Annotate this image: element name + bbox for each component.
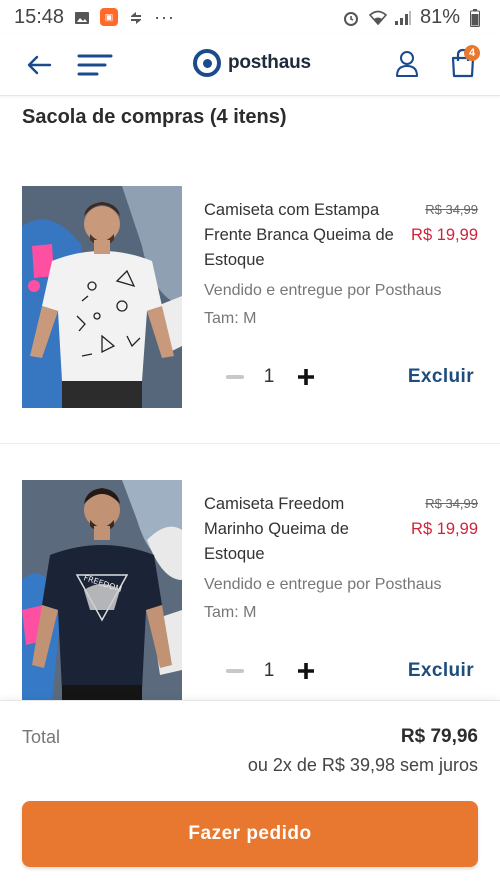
minus-icon [226,669,244,673]
battery-percent: 81% [419,5,460,28]
decrease-quantity-button[interactable] [224,660,246,682]
minus-icon [226,375,244,379]
original-price: R$ 34,99 [425,496,478,511]
seller-info: Vendido e entregue por Posthaus [204,576,442,593]
product-name[interactable]: Camiseta Freedom Marinho Queima de Estoq… [204,492,400,567]
plus-icon [298,663,314,679]
status-bar: 15:48 ▣ ··· 81% [0,0,500,34]
item-divider [0,443,500,444]
account-button[interactable] [392,47,422,81]
seller-info: Vendido e entregue por Posthaus [204,282,442,299]
hamburger-icon [77,54,113,76]
alarm-icon [342,9,358,26]
product-size: Tam: M [204,604,257,621]
product-size: Tam: M [204,310,257,327]
decrease-quantity-button[interactable] [224,366,246,388]
more-notifications-icon: ··· [154,6,176,27]
back-button[interactable] [22,48,56,82]
menu-button[interactable] [76,48,114,82]
battery-icon [470,9,486,27]
cart-count-badge: 4 [464,45,480,61]
plus-icon [298,369,314,385]
app-notification-icon: ▣ [100,8,119,26]
sale-price: R$ 19,99 [411,520,478,538]
wifi-icon [368,9,388,26]
app-header: posthaus 4 [0,34,500,96]
total-value: R$ 79,96 [400,726,478,747]
signal-icon [394,9,411,25]
product-image[interactable]: FREEDOM [22,480,182,702]
quantity-value: 1 [263,366,275,387]
cart-button[interactable]: 4 [446,45,480,81]
increase-quantity-button[interactable] [294,366,318,388]
posthaus-logo[interactable]: posthaus [193,49,311,77]
status-time: 15:48 [14,5,65,28]
status-bar-right: 81% [342,6,486,29]
original-price: R$ 34,99 [425,202,478,217]
remove-item-button[interactable]: Excluir [408,366,474,388]
gallery-icon [74,9,90,25]
arrow-left-icon [27,55,52,75]
increase-quantity-button[interactable] [294,660,318,682]
product-name[interactable]: Camiseta com Estampa Frente Branca Queim… [204,198,400,273]
remove-item-button[interactable]: Excluir [408,660,474,682]
user-icon [396,51,418,77]
place-order-button[interactable]: Fazer pedido [22,801,478,867]
sale-price: R$ 19,99 [411,226,478,244]
page-title: Sacola de compras (4 itens) [22,106,287,128]
product-image[interactable] [22,186,182,408]
order-summary: Total R$ 79,96 ou 2x de R$ 39,98 sem jur… [0,700,500,889]
cart-item: Camiseta com Estampa Frente Branca Queim… [0,186,500,446]
installments-info: ou 2x de R$ 39,98 sem juros [247,755,478,775]
status-bar-left: 15:48 ▣ ··· [14,6,175,29]
logo-mark-icon [193,49,221,77]
sync-icon [128,9,144,25]
quantity-value: 1 [263,660,275,681]
logo-text: posthaus [228,52,311,73]
total-label: Total [22,727,61,747]
